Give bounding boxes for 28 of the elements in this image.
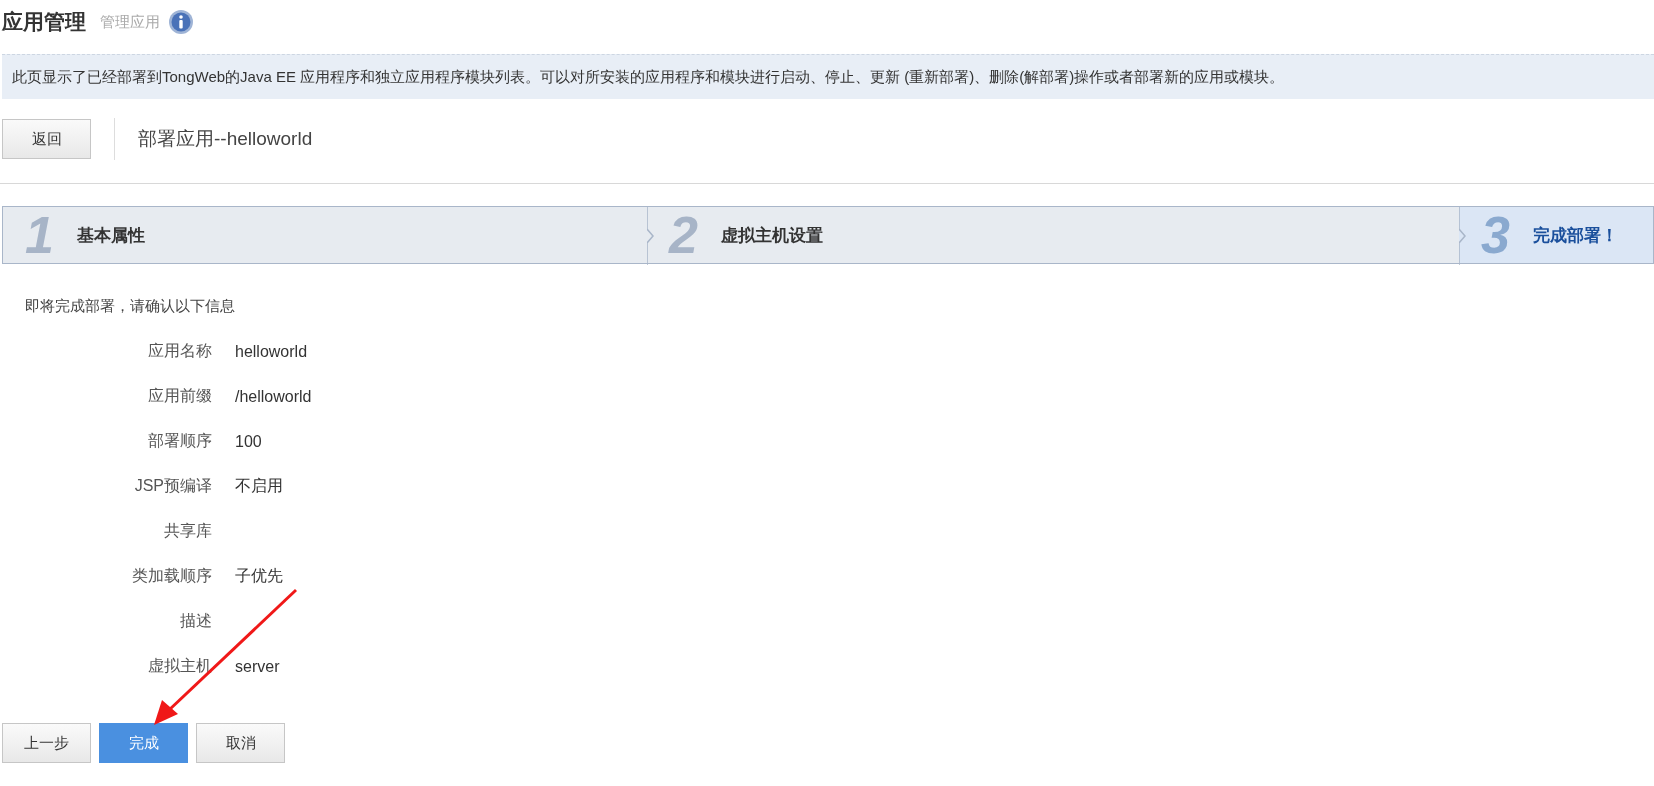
deploy-title: 部署应用--helloworld — [138, 127, 313, 151]
field-value: server — [235, 657, 280, 676]
field-value: helloworld — [235, 342, 308, 361]
summary-heading: 即将完成部署，请确认以下信息 — [25, 297, 236, 316]
field-label: JSP预编译 — [133, 476, 212, 496]
back-button[interactable]: 返回 — [2, 119, 91, 159]
page-subtitle: 管理应用 — [100, 12, 160, 32]
field-label: 类加载顺序 — [131, 566, 212, 586]
field-label: 应用前缀 — [147, 386, 212, 406]
action-button[interactable]: 上一步 — [2, 723, 91, 763]
info-banner: 此页显示了已经部署到TongWeb的Java EE 应用程序和独立应用程序模块列表。可以对所安装的应用程序和模块进行启动、停止、更新 (重新部署)、删除(解部署)操作或者部署新的应用或模块。 — [2, 54, 1654, 99]
field-value: /helloworld — [235, 387, 312, 406]
action-button[interactable]: 取消 — [196, 723, 285, 763]
page-title: 应用管理 — [2, 8, 86, 36]
info-icon[interactable] — [168, 9, 194, 35]
field-label: 应用名称 — [147, 341, 212, 361]
step-number: 2 — [669, 206, 699, 264]
field-label: 描述 — [179, 611, 212, 631]
field-value: 100 — [235, 432, 262, 451]
step-label: 完成部署！ — [1533, 223, 1618, 247]
step-number: 3 — [1481, 206, 1511, 264]
step-label: 基本属性 — [77, 223, 145, 247]
field-value: 不启用 — [235, 476, 283, 496]
step-number: 1 — [25, 206, 55, 264]
field-label: 部署顺序 — [147, 431, 212, 451]
field-label: 共享库 — [163, 521, 212, 541]
step-label: 虚拟主机设置 — [721, 223, 823, 247]
field-value: 子优先 — [235, 566, 283, 586]
